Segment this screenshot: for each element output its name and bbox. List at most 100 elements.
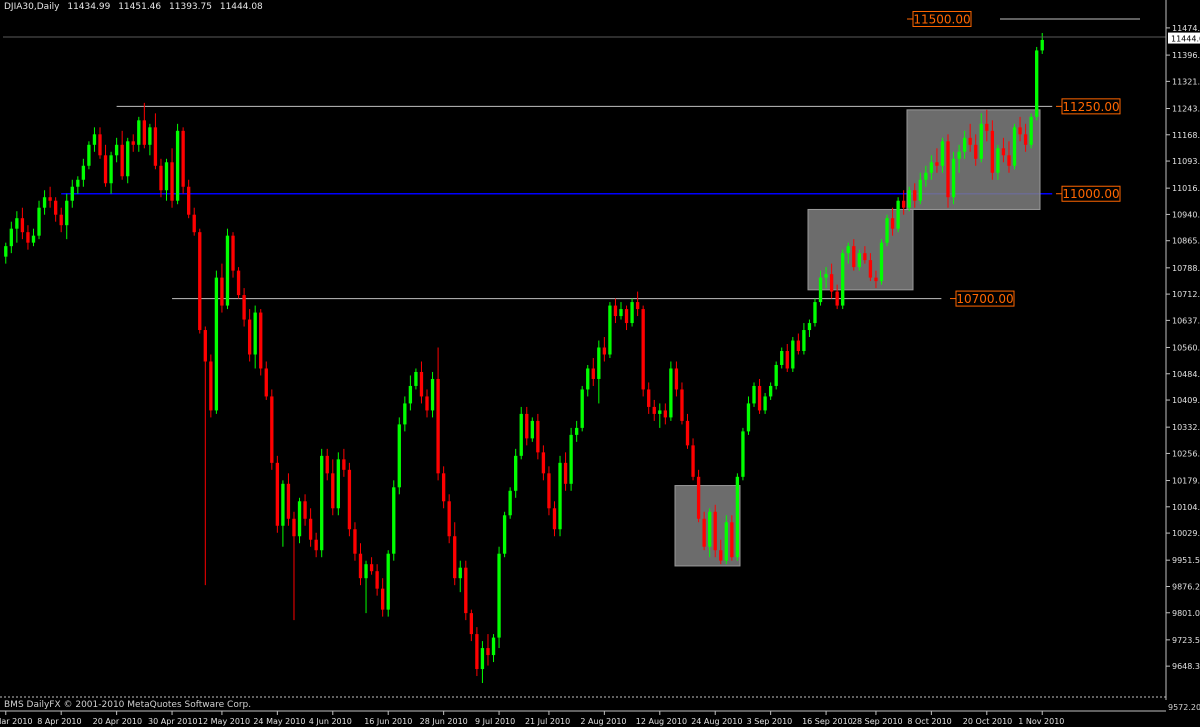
candle-body[interactable] [320, 455, 324, 551]
candle-body[interactable] [558, 462, 562, 530]
candle-body[interactable] [65, 200, 69, 226]
candle-body[interactable] [114, 144, 119, 156]
candle-body[interactable] [918, 179, 922, 201]
candle-body[interactable] [447, 501, 451, 537]
candle-body[interactable] [951, 158, 956, 198]
candle-body[interactable] [935, 162, 939, 166]
candle-body[interactable] [774, 364, 778, 386]
candle-body[interactable] [591, 368, 595, 379]
candle-body[interactable] [247, 319, 252, 355]
candle-body[interactable] [192, 214, 196, 233]
candle-body[interactable] [347, 469, 352, 530]
candle-body[interactable] [902, 200, 906, 208]
candle-body[interactable] [885, 218, 889, 243]
candle-body[interactable] [957, 151, 961, 159]
candle-body[interactable] [181, 130, 185, 187]
candle-body[interactable] [497, 553, 501, 638]
candle-body[interactable] [768, 385, 773, 397]
candle-body[interactable] [530, 420, 534, 439]
candle-body[interactable] [87, 144, 91, 166]
candle-body[interactable] [159, 165, 163, 191]
candle-body[interactable] [985, 123, 989, 131]
candle-body[interactable] [852, 246, 856, 268]
candle-body[interactable] [708, 511, 712, 547]
candle-body[interactable] [331, 473, 335, 509]
candle-body[interactable] [586, 368, 590, 390]
candle-body[interactable] [658, 410, 662, 414]
candle-body[interactable] [486, 648, 490, 656]
candle-body[interactable] [896, 200, 900, 229]
candle-body[interactable] [691, 445, 695, 477]
candle-body[interactable] [358, 553, 363, 579]
candle-body[interactable] [297, 501, 302, 537]
candle-body[interactable] [131, 141, 135, 145]
candle-body[interactable] [92, 134, 97, 145]
candle-body[interactable] [641, 309, 645, 390]
candle-body[interactable] [752, 385, 756, 404]
candle-body[interactable] [259, 312, 263, 369]
candle-body[interactable] [214, 277, 219, 411]
candle-body[interactable] [868, 260, 873, 278]
candle-body[interactable] [552, 508, 557, 530]
candle-body[interactable] [613, 305, 618, 317]
candle-body[interactable] [164, 162, 169, 191]
level-label[interactable]: 10700.00 [956, 292, 1013, 306]
candle-body[interactable] [968, 137, 972, 145]
candle-body[interactable] [9, 228, 13, 247]
candle-body[interactable] [829, 274, 834, 292]
candle-body[interactable] [120, 144, 124, 177]
candle-body[interactable] [1040, 39, 1044, 51]
candle-body[interactable] [696, 476, 701, 519]
candle-body[interactable] [381, 588, 385, 610]
candle-body[interactable] [802, 330, 806, 352]
candle-body[interactable] [209, 361, 213, 411]
candle-body[interactable] [397, 424, 401, 488]
candle-body[interactable] [624, 309, 629, 324]
candle-body[interactable] [1012, 127, 1017, 166]
candle-body[interactable] [924, 172, 928, 180]
candle-body[interactable] [109, 155, 113, 184]
candle-body[interactable] [375, 571, 379, 589]
candle-body[interactable] [525, 413, 529, 439]
candle-body[interactable] [242, 295, 246, 320]
candle-body[interactable] [236, 270, 241, 296]
candle-body[interactable] [824, 274, 828, 278]
candle-body[interactable] [126, 141, 130, 177]
candle-body[interactable] [286, 483, 291, 519]
candle-body[interactable] [929, 162, 934, 173]
candle-body[interactable] [175, 130, 180, 201]
candle-body[interactable] [547, 473, 551, 509]
candle-body[interactable] [597, 347, 601, 379]
candle-body[interactable] [730, 522, 734, 558]
candle-body[interactable] [187, 186, 191, 215]
candle-body[interactable] [231, 235, 235, 271]
candle-body[interactable] [76, 179, 80, 187]
candle-body[interactable] [1007, 155, 1011, 166]
candlestick-chart[interactable]: 11500.00 11250.00 11000.00 10700.00 11474.5… [0, 0, 1200, 727]
candle-body[interactable] [979, 123, 983, 159]
candle-body[interactable] [519, 413, 523, 456]
candle-body[interactable] [353, 529, 357, 554]
candle-body[interactable] [386, 553, 390, 610]
candle-body[interactable] [264, 368, 268, 397]
candle-body[interactable] [1023, 134, 1028, 145]
candle-body[interactable] [724, 522, 728, 561]
candle-body[interactable] [1029, 116, 1033, 145]
candle-body[interactable] [458, 567, 462, 579]
candle-body[interactable] [813, 302, 817, 324]
candle-body[interactable] [791, 340, 795, 369]
candle-body[interactable] [170, 162, 174, 201]
candle-body[interactable] [702, 518, 706, 547]
candle-body[interactable] [491, 637, 496, 656]
candle-body[interactable] [59, 214, 63, 226]
candle-body[interactable] [403, 403, 407, 425]
candle-body[interactable] [990, 130, 995, 173]
candle-body[interactable] [536, 420, 540, 453]
candle-body[interactable] [281, 483, 285, 526]
candle-body[interactable] [419, 371, 424, 397]
candle-body[interactable] [652, 406, 656, 414]
candle-body[interactable] [713, 511, 717, 551]
candle-body[interactable] [464, 567, 468, 614]
candle-body[interactable] [81, 165, 86, 180]
candle-body[interactable] [502, 515, 507, 554]
